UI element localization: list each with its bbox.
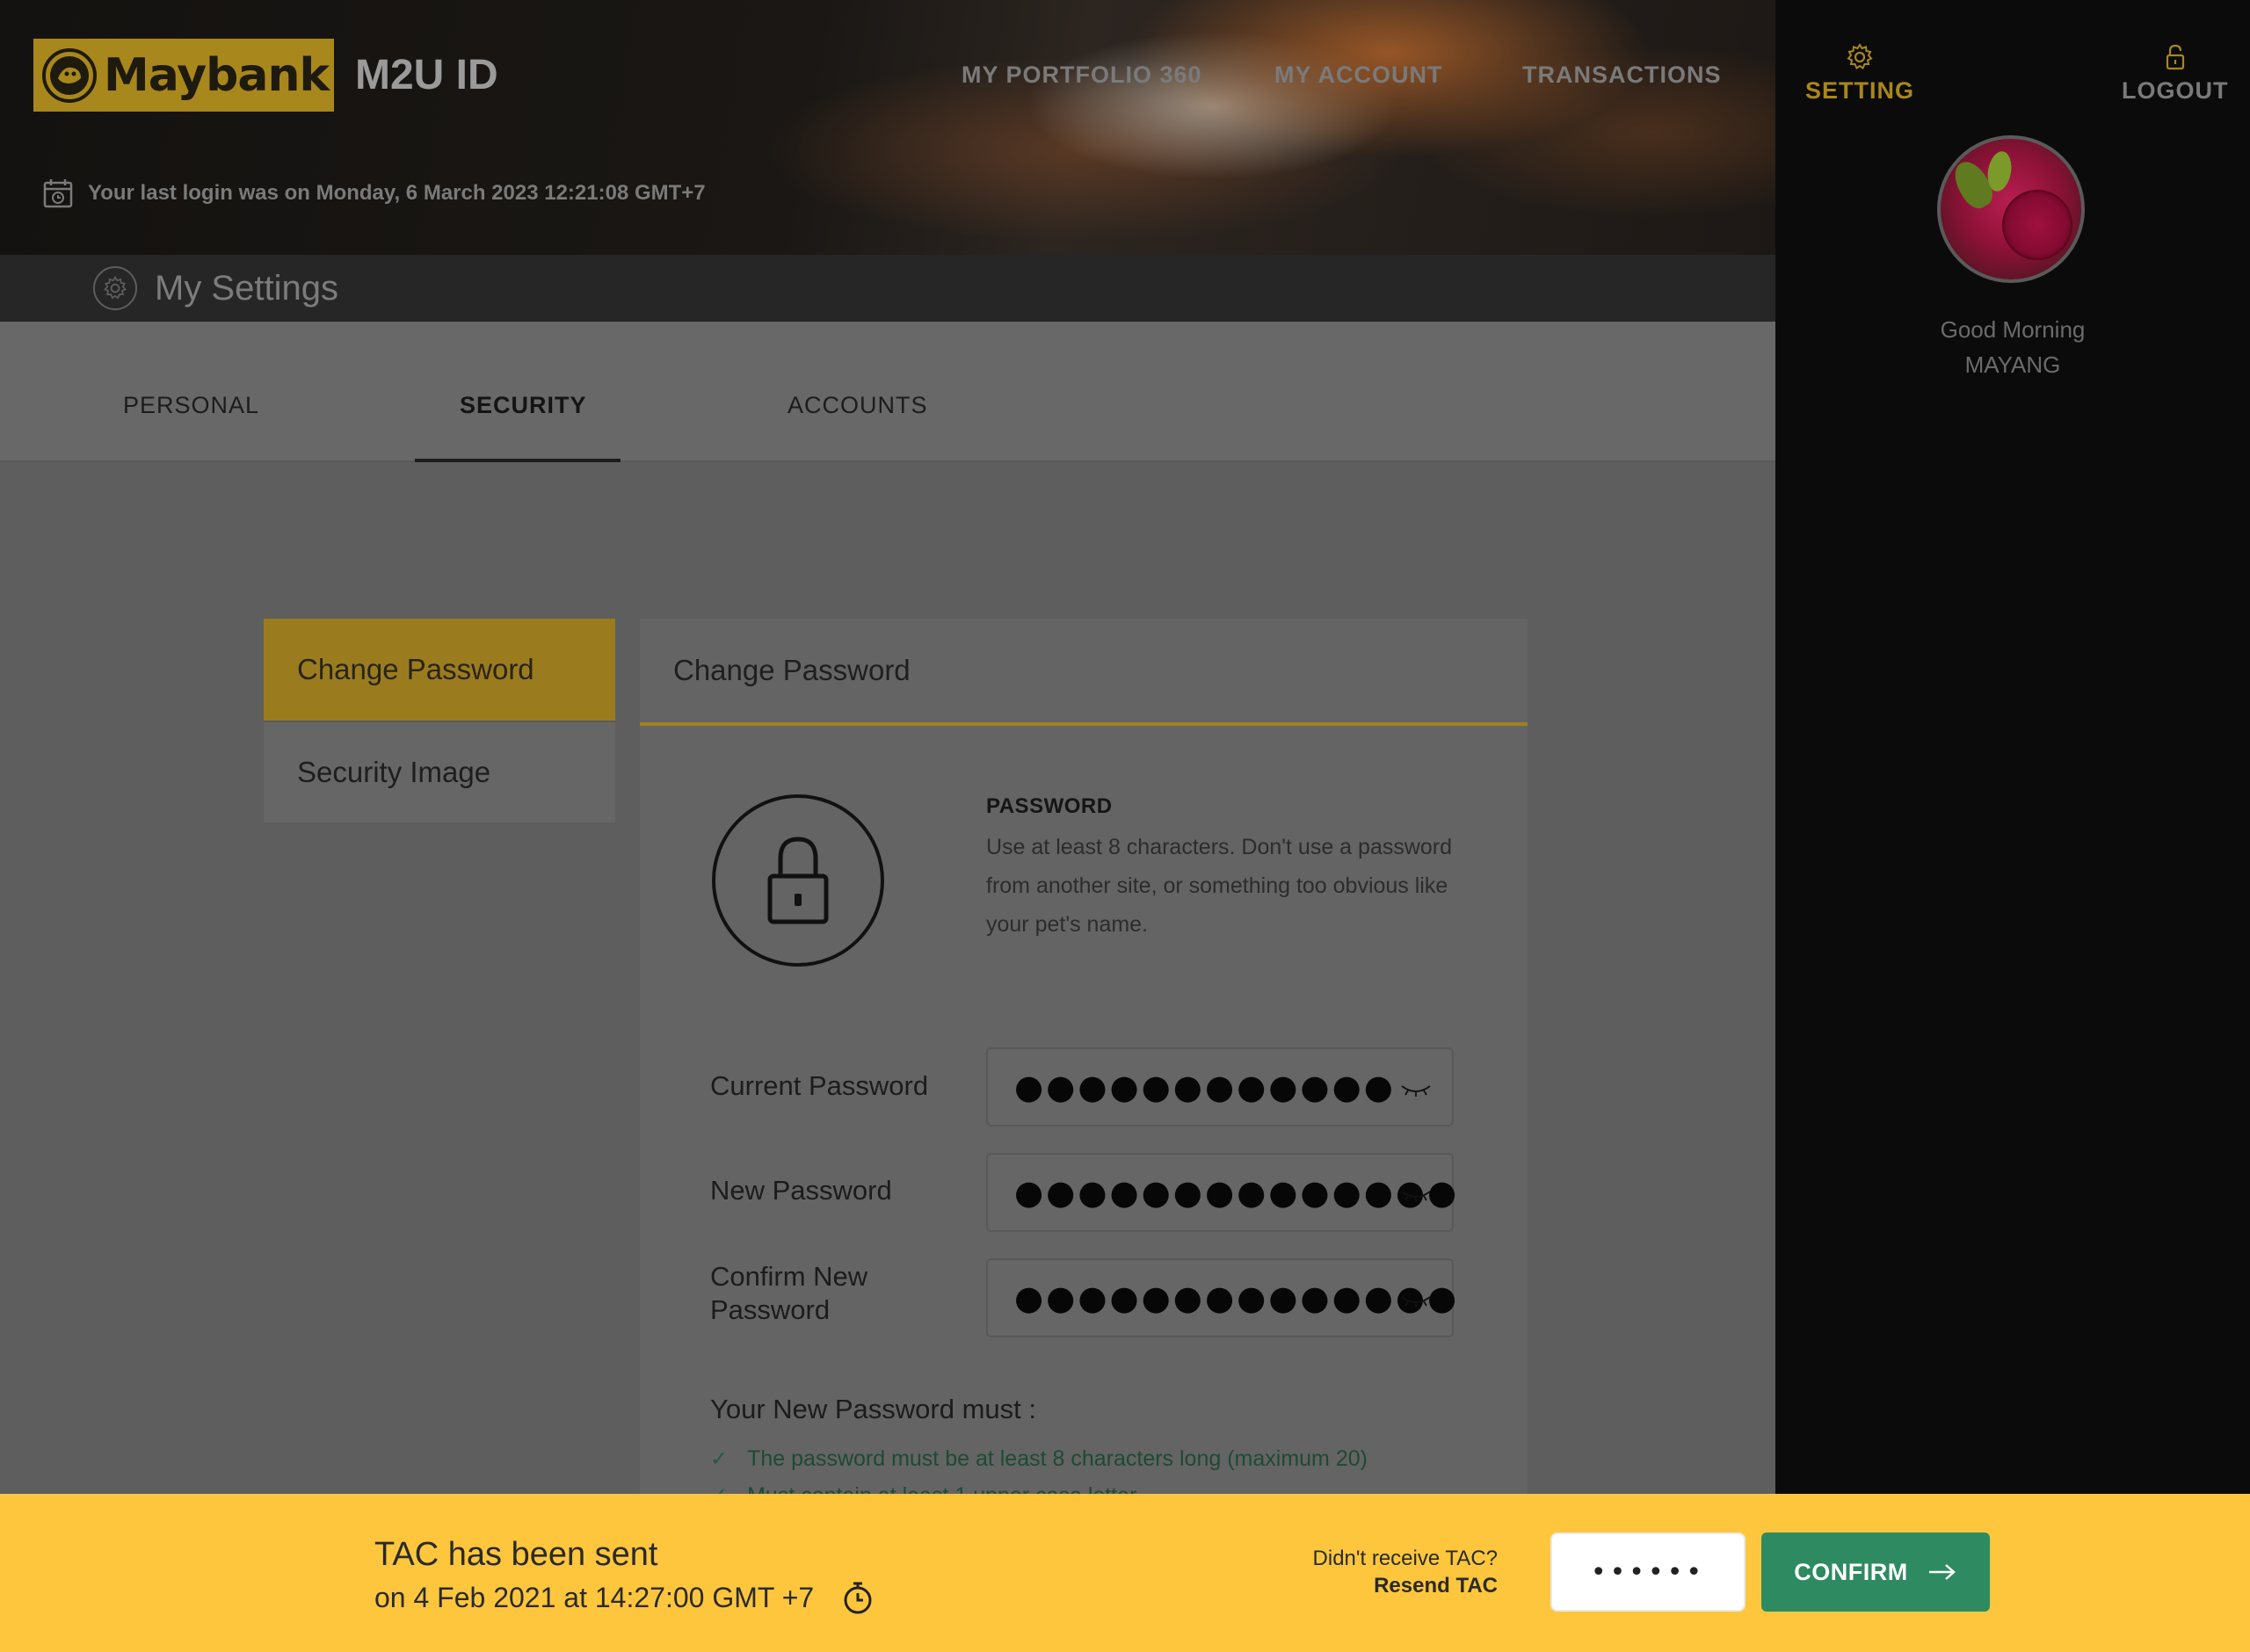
current-password-value: ●●●●●●●●●●●● [1014, 1068, 1396, 1106]
change-password-panel: Change Password PASSWORD Use at least 8 … [640, 619, 1528, 1508]
panel-title: Change Password [640, 619, 1528, 726]
tac-sent-time: on 4 Feb 2021 at 14:27:00 GMT +7 [374, 1581, 815, 1613]
maybank-logo[interactable]: Maybank [33, 39, 334, 112]
confirm-label: CONFIRM [1794, 1558, 1908, 1585]
didnt-receive-tac: Didn't receive TAC? [1312, 1547, 1498, 1570]
greeting: Good Morning MAYANG [1775, 312, 2250, 382]
page-title: My Settings [155, 268, 338, 308]
avatar-fruit-slice [2002, 190, 2072, 260]
logout-label: LOGOUT [2122, 77, 2229, 104]
confirm-password-field[interactable]: ●●●●●●●●●●●●●● [986, 1258, 1456, 1337]
main-content: PERSONAL SECURITY ACCOUNTS Change Passwo… [0, 322, 1775, 1508]
active-tab-indicator [415, 459, 621, 462]
calendar-clock-icon [43, 179, 73, 208]
settings-gear-icon [93, 266, 137, 310]
tab-security[interactable]: SECURITY [460, 392, 587, 419]
rules-title: Your New Password must : [710, 1394, 1037, 1424]
new-password-field[interactable]: ●●●●●●●●●●●●●● [986, 1153, 1456, 1232]
settings-tabs: PERSONAL SECURITY ACCOUNTS [0, 322, 1775, 462]
setting-label: SETTING [1805, 77, 1915, 104]
confirm-button[interactable]: CONFIRM [1761, 1532, 1990, 1612]
eye-closed-icon[interactable] [1399, 1081, 1433, 1098]
nav-transactions[interactable]: TRANSACTIONS [1522, 62, 1722, 89]
tac-title: TAC has been sent [374, 1536, 658, 1573]
nav-my-portfolio[interactable]: MY PORTFOLIO 360 [962, 62, 1202, 89]
product-name: M2U ID [355, 52, 498, 98]
greeting-text: Good Morning [1940, 316, 2086, 343]
logo-text: Maybank [104, 48, 330, 102]
eye-closed-icon[interactable] [1399, 1186, 1433, 1204]
password-heading: PASSWORD [986, 794, 1113, 818]
check-icon: ✓ [710, 1447, 729, 1471]
confirm-password-label: Confirm New Password [710, 1261, 868, 1325]
user-name: MAYANG [1964, 351, 2061, 378]
new-password-label: New Password [710, 1175, 892, 1206]
tac-bar: TAC has been sent on 4 Feb 2021 at 14:27… [0, 1494, 2250, 1652]
user-sidebar: SETTING LOGOUT Good Morning MAYANG [1775, 0, 2250, 1494]
rule-item: ✓ The password must be at least 8 charac… [710, 1446, 1368, 1472]
tab-personal[interactable]: PERSONAL [123, 392, 259, 419]
arrow-right-icon [1928, 1564, 1956, 1580]
resend-tac-link[interactable]: Resend TAC [1374, 1574, 1498, 1598]
nav-my-account[interactable]: MY ACCOUNT [1274, 62, 1443, 89]
tab-accounts[interactable]: ACCOUNTS [788, 392, 928, 419]
logout-button[interactable]: LOGOUT [2122, 42, 2229, 105]
gear-icon [1847, 43, 1873, 70]
menu-item-change-password[interactable]: Change Password [264, 619, 615, 721]
settings-title-bar: My Settings [0, 255, 1775, 322]
security-side-menu: Change Password Security Image [264, 619, 615, 822]
last-login-text: Your last login was on Monday, 6 March 2… [88, 181, 706, 205]
stopwatch-icon [844, 1582, 872, 1614]
setting-button[interactable]: SETTING [1805, 42, 1914, 105]
lock-icon [712, 794, 884, 967]
confirm-password-value: ●●●●●●●●●●●●●● [1014, 1279, 1460, 1317]
last-login-info: Your last login was on Monday, 6 March 2… [42, 178, 706, 209]
new-password-value: ●●●●●●●●●●●●●● [1014, 1173, 1460, 1212]
tac-sent-info: on 4 Feb 2021 at 14:27:00 GMT +7 [374, 1580, 874, 1615]
header-banner: Maybank M2U ID MY PORTFOLIO 360 MY ACCOU… [0, 0, 1775, 255]
tac-input[interactable]: •••••• [1550, 1532, 1746, 1612]
current-password-label: Current Password [710, 1070, 929, 1101]
current-password-field[interactable]: ●●●●●●●●●●●● [986, 1047, 1454, 1127]
menu-item-security-image[interactable]: Security Image [264, 721, 615, 822]
eye-closed-icon[interactable] [1399, 1292, 1433, 1309]
rule-text: The password must be at least 8 characte… [747, 1446, 1368, 1471]
unlock-icon [2166, 44, 2184, 70]
password-description: Use at least 8 characters. Don't use a p… [986, 835, 1453, 937]
tiger-emblem-icon [42, 47, 97, 103]
avatar[interactable] [1937, 135, 2085, 283]
